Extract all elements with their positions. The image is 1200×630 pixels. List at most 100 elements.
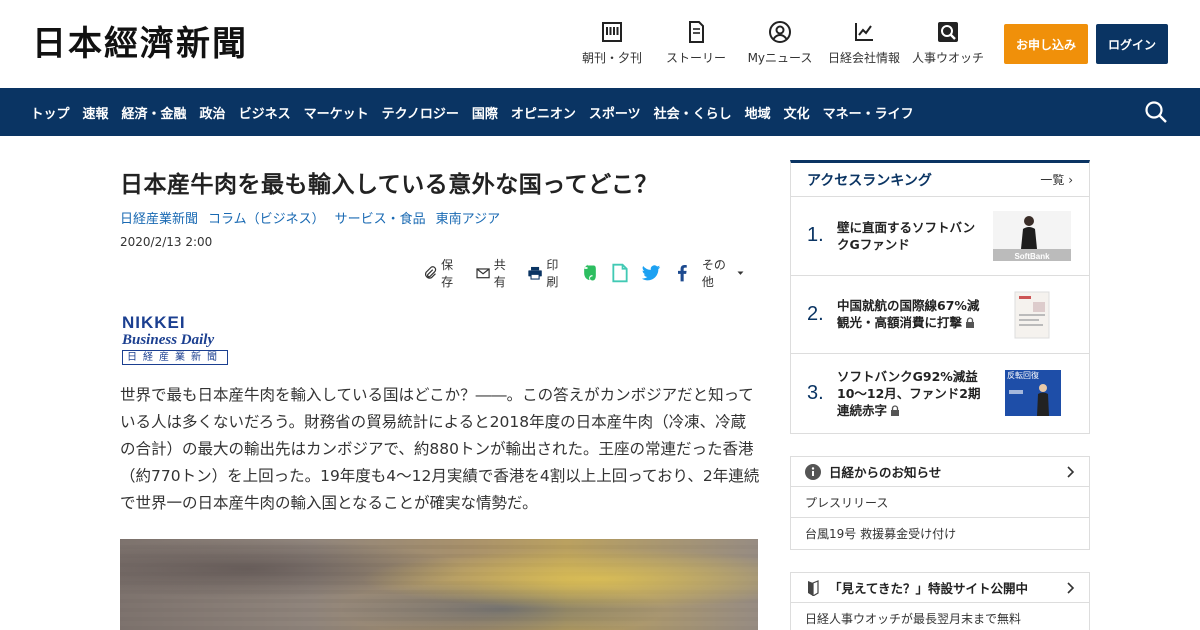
rank-headline: ソフトバンクG92%減益 10～12月、ファンド2期連続赤字 xyxy=(837,368,987,419)
rank-thumbnail: 反転回復 xyxy=(993,368,1071,418)
ranking-more-label: 一覧 xyxy=(1040,173,1065,187)
facebook-button[interactable] xyxy=(672,262,692,284)
header-nav-company[interactable]: 日経会社情報 xyxy=(828,20,900,66)
ranking-item[interactable]: 1. 壁に直面するソフトバンクGファンド SoftBank xyxy=(791,197,1089,276)
header-nav-label: 朝刊・夕刊 xyxy=(581,51,642,65)
printer-icon xyxy=(528,266,543,280)
save-label: 保存 xyxy=(441,258,454,289)
article-date: 2020/2/13 2:00 xyxy=(120,235,213,249)
header-nav-label: ストーリー xyxy=(665,51,726,65)
main-nav-item[interactable]: 速報 xyxy=(76,103,115,122)
share-bar: 保存 共有 印刷 その他 xyxy=(422,256,760,290)
info-icon xyxy=(805,463,821,480)
main-nav-item[interactable]: マーケット xyxy=(297,103,375,122)
twitter-button[interactable] xyxy=(640,262,662,284)
ranking-more-link[interactable]: 一覧 › xyxy=(1040,171,1073,188)
main-nav-item[interactable]: テクノロジー xyxy=(375,103,465,122)
main-nav-item[interactable]: スポーツ xyxy=(582,103,647,122)
article: 日本産牛肉を最も輸入している意外な国ってどこ？ 日経産業新聞 コラム（ビジネス）… xyxy=(120,168,760,630)
feature-box: 「見えてきた？」特設サイト公開中 日経人事ウオッチが最長翌月末まで無料 xyxy=(790,572,1090,630)
tag-link[interactable]: サービス・食品 xyxy=(335,208,426,227)
chevron-right-icon xyxy=(1067,466,1075,478)
main-nav-item[interactable]: 経済・金融 xyxy=(115,103,193,122)
source-logo-line3: 日経産業新聞 xyxy=(122,350,228,365)
header-nav-mynews[interactable]: Myニュース xyxy=(744,20,816,66)
main-nav-item[interactable]: 政治 xyxy=(193,103,232,122)
main-nav-item[interactable]: 社会・くらし xyxy=(647,103,738,122)
print-button[interactable]: 印刷 xyxy=(527,256,568,290)
notice-header[interactable]: 日経からのお知らせ xyxy=(791,457,1089,487)
twitter-icon xyxy=(641,265,661,281)
rank-number: 1. xyxy=(807,224,824,247)
source-logo-line1: NIKKEI xyxy=(122,313,186,332)
header-nav-label: Myニュース xyxy=(747,51,813,65)
feature-row[interactable]: 日経人事ウオッチが最長翌月末まで無料 xyxy=(791,603,1089,630)
share-label: 共有 xyxy=(493,258,506,289)
main-nav-list: トップ 速報 経済・金融 政治 ビジネス マーケット テクノロジー 国際 オピニオン スポーツ 社会… xyxy=(24,88,920,136)
more-label: その他 xyxy=(701,258,726,289)
site-logo[interactable]: 日本經濟新聞 xyxy=(32,22,248,66)
header-nav-story[interactable]: ストーリー xyxy=(660,20,732,66)
article-body: 世界で最も日本産牛肉を輸入している国はどこか？――。この答えがカンボジアだと知っ… xyxy=(120,386,760,512)
rank-headline: 壁に直面するソフトバンクGファンド xyxy=(837,219,976,252)
ranking-item[interactable]: 2. 中国就航の国際線67%減 観光・高額消費に打撃 xyxy=(791,276,1089,354)
rank-headline-text: ソフトバンクG92%減益 10～12月、ファンド2期連続赤字 xyxy=(837,368,981,418)
header-nav-jinji[interactable]: 人事ウオッチ xyxy=(912,20,984,66)
mail-icon xyxy=(476,268,490,279)
paperclip-icon xyxy=(425,266,437,279)
header-nav-paper[interactable]: 朝刊・夕刊 xyxy=(576,20,648,66)
search-icon[interactable] xyxy=(1144,100,1168,124)
rank-headline: 中国就航の国際線67%減 観光・高額消費に打撃 xyxy=(837,297,987,331)
article-title: 日本産牛肉を最も輸入している意外な国ってどこ？ xyxy=(120,172,658,198)
main-nav-item[interactable]: トップ xyxy=(24,103,76,122)
rank-thumbnail-text: 反転回復 xyxy=(1007,370,1039,380)
tag-link[interactable]: コラム（ビジネス） xyxy=(208,208,325,227)
main-nav-item[interactable]: マネー・ライフ xyxy=(816,103,920,122)
main-nav-item[interactable]: ビジネス xyxy=(232,103,297,122)
source-logo: NIKKEI Business Daily 日経産業新聞 xyxy=(122,314,232,365)
rank-number: 3. xyxy=(807,381,824,404)
rank-number: 2. xyxy=(807,302,824,325)
main-nav-item[interactable]: オピニオン xyxy=(504,103,582,122)
user-icon xyxy=(769,21,791,43)
save-button[interactable]: 保存 xyxy=(422,256,463,290)
ranking-title: アクセスランキング xyxy=(807,172,932,189)
notice-row[interactable]: プレスリリース xyxy=(791,487,1089,518)
note-button[interactable] xyxy=(610,262,630,284)
more-share-button[interactable]: その他 xyxy=(702,256,748,290)
article-tags: 日経産業新聞 コラム（ビジネス） サービス・食品 東南アジア xyxy=(120,208,760,227)
site-header: 日本經濟新聞 朝刊・夕刊 ストーリー Myニュース 日経会社情報 人事ウオッチ … xyxy=(0,0,1200,88)
tag-link[interactable]: 東南アジア xyxy=(436,208,500,227)
share-button[interactable]: 共有 xyxy=(475,256,516,290)
facebook-icon xyxy=(677,265,687,282)
rank-thumbnail-text: SoftBank xyxy=(1014,252,1050,261)
caret-down-icon xyxy=(737,271,744,275)
note-icon xyxy=(612,263,628,283)
ranking-item[interactable]: 3. ソフトバンクG92%減益 10～12月、ファンド2期連続赤字 反転回復 xyxy=(791,354,1089,433)
header-nav: 朝刊・夕刊 ストーリー Myニュース 日経会社情報 人事ウオッチ xyxy=(570,20,990,66)
main-nav-item[interactable]: 文化 xyxy=(777,103,816,122)
notice-title: 日経からのお知らせ xyxy=(829,465,942,480)
lock-icon xyxy=(891,405,900,416)
rank-thumbnail xyxy=(993,289,1071,340)
shield-icon xyxy=(808,579,819,596)
main-nav-item[interactable]: 国際 xyxy=(465,103,504,122)
newspaper-icon xyxy=(602,22,622,42)
feature-header[interactable]: 「見えてきた？」特設サイト公開中 xyxy=(791,573,1089,603)
apply-button[interactable]: お申し込み xyxy=(1004,24,1088,64)
main-nav: トップ 速報 経済・金融 政治 ビジネス マーケット テクノロジー 国際 オピニオン スポーツ 社会… xyxy=(0,88,1200,136)
notice-row[interactable]: 台風19号 救援募金受け付け xyxy=(791,518,1089,549)
ranking-header: アクセスランキング 一覧 › xyxy=(791,163,1089,197)
evernote-button[interactable] xyxy=(580,262,600,284)
print-label: 印刷 xyxy=(546,258,559,289)
tag-link[interactable]: 日経産業新聞 xyxy=(120,208,198,227)
article-photo xyxy=(120,539,758,630)
login-button[interactable]: ログイン xyxy=(1096,24,1168,64)
document-icon xyxy=(689,21,704,43)
nikkei-notice: 日経からのお知らせ プレスリリース 台風19号 救援募金受け付け xyxy=(790,456,1090,550)
header-nav-label: 日経会社情報 xyxy=(828,51,901,65)
evernote-icon xyxy=(584,264,596,281)
article-photo-overlay xyxy=(120,539,758,630)
header-nav-label: 人事ウオッチ xyxy=(912,51,985,65)
main-nav-item[interactable]: 地域 xyxy=(738,103,777,122)
